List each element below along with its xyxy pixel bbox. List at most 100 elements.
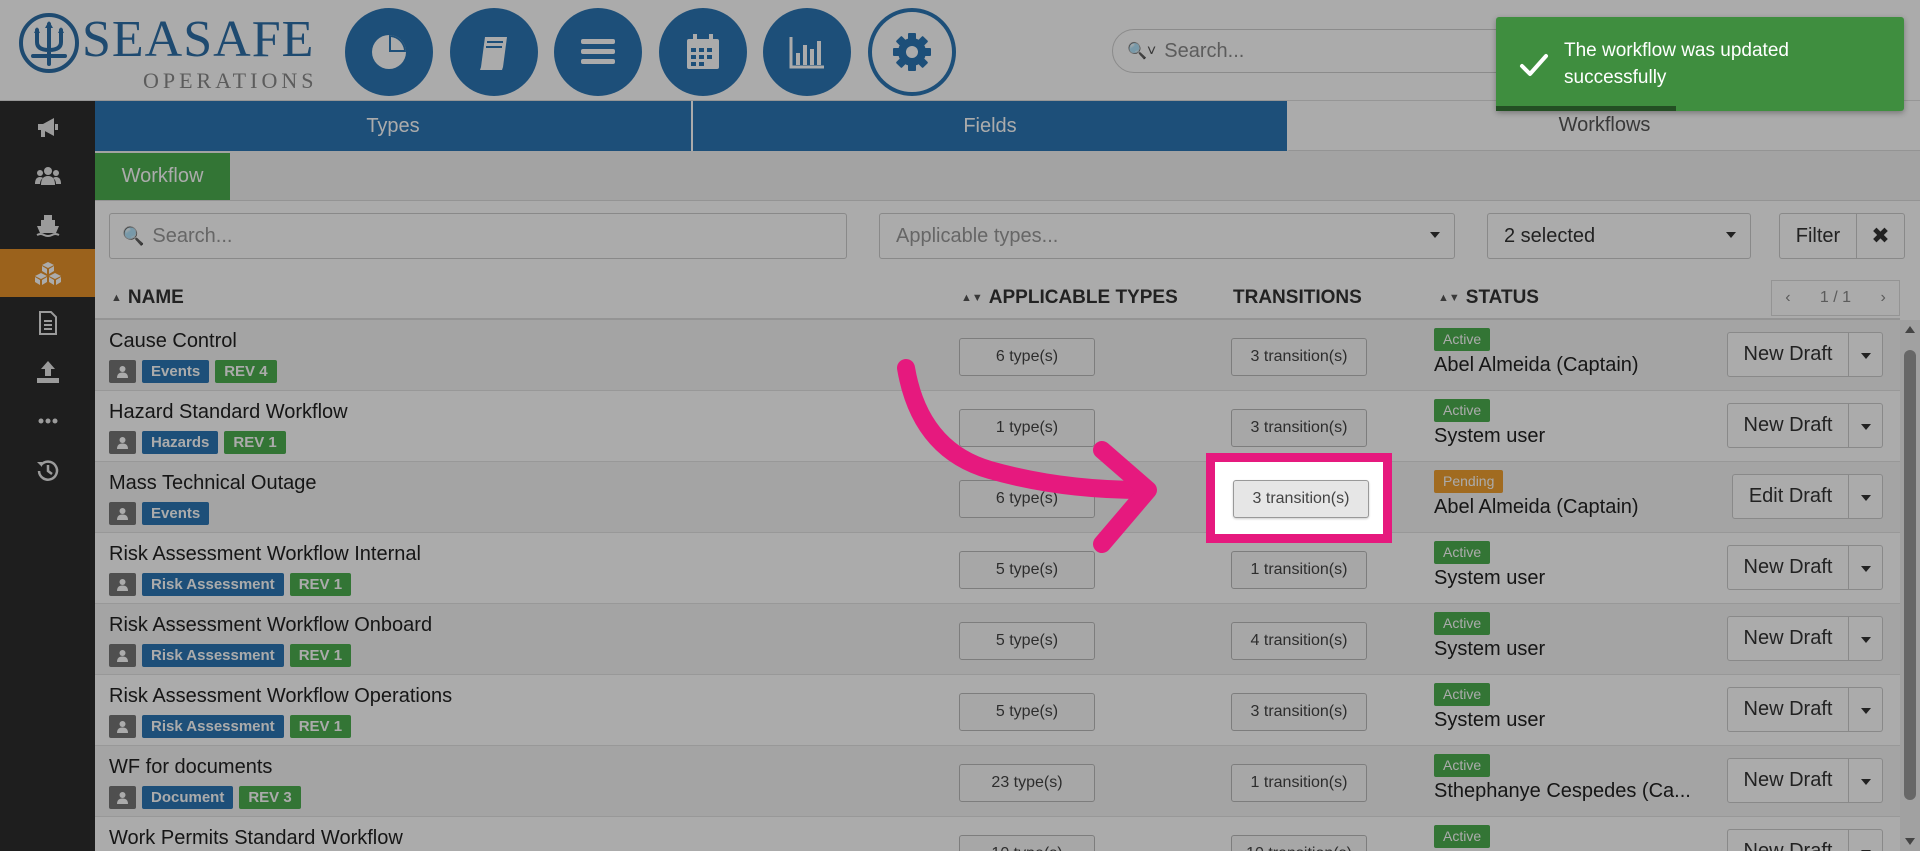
nav-list-button[interactable]: [554, 8, 642, 96]
scroll-up-icon[interactable]: [1905, 326, 1915, 333]
draft-options-dropdown[interactable]: [1849, 332, 1883, 377]
category-tag: Risk Assessment: [142, 715, 284, 738]
workflow-name[interactable]: WF for documents: [109, 756, 272, 779]
global-search-input[interactable]: 🔍˅ Search...: [1112, 29, 1532, 73]
clear-filter-button[interactable]: ✖: [1856, 213, 1905, 259]
new-draft-button[interactable]: New Draft: [1727, 616, 1849, 661]
workflow-name[interactable]: Risk Assessment Workflow Operations: [109, 685, 452, 708]
next-page-button[interactable]: ›: [1867, 289, 1899, 307]
draft-options-dropdown[interactable]: [1849, 829, 1883, 851]
table-row[interactable]: Cause Control Events REV 4 6 type(s) 3 trans…: [95, 320, 1900, 391]
status-select[interactable]: 2 selected: [1487, 213, 1751, 259]
new-draft-button[interactable]: New Draft: [1727, 332, 1849, 377]
transitions-button[interactable]: 3 transition(s): [1231, 409, 1367, 447]
status-cell: Active System user: [1434, 612, 1545, 661]
scroll-thumb[interactable]: [1904, 350, 1916, 800]
applicable-types-button[interactable]: 6 type(s): [959, 480, 1095, 518]
applicable-types-button[interactable]: 5 type(s): [959, 622, 1095, 660]
nav-documents-button[interactable]: [450, 8, 538, 96]
user-icon: [116, 507, 129, 520]
applicable-types-select[interactable]: Applicable types...: [879, 213, 1455, 259]
scroll-down-icon[interactable]: [1905, 838, 1915, 845]
tab-types[interactable]: Types: [95, 101, 691, 151]
table-scrollbar[interactable]: [1900, 320, 1920, 851]
sort-icon: ▲▼: [1438, 291, 1460, 304]
edit-draft-button[interactable]: Edit Draft: [1732, 474, 1849, 519]
page-indicator: 1 / 1: [1819, 289, 1852, 306]
sidebar-item-upload[interactable]: [0, 348, 95, 396]
draft-options-dropdown[interactable]: [1849, 616, 1883, 661]
transitions-button[interactable]: 1 transition(s): [1231, 551, 1367, 589]
tab-fields[interactable]: Fields: [691, 101, 1287, 151]
column-header-name[interactable]: ▲ NAME: [111, 275, 184, 320]
draft-options-dropdown[interactable]: [1849, 403, 1883, 448]
workflow-name[interactable]: Risk Assessment Workflow Internal: [109, 543, 421, 566]
nav-reports-button[interactable]: [763, 8, 851, 96]
table-row[interactable]: WF for documents Document REV 3 23 type(s) 1…: [95, 746, 1900, 817]
column-header-applicable-types[interactable]: ▲▼ APPLICABLE TYPES: [961, 275, 1178, 320]
transitions-button[interactable]: 3 transition(s): [1231, 693, 1367, 731]
new-draft-button[interactable]: New Draft: [1727, 545, 1849, 590]
owner-tag: [109, 786, 136, 809]
status-cell: Active System user: [1434, 399, 1545, 448]
applicable-types-button[interactable]: 1 type(s): [959, 409, 1095, 447]
nav-calendar-button[interactable]: [659, 8, 747, 96]
status-badge: Pending: [1434, 470, 1504, 493]
table-row[interactable]: Hazard Standard Workflow Hazards REV 1 1 ty…: [95, 391, 1900, 462]
workflow-name[interactable]: Hazard Standard Workflow: [109, 401, 348, 424]
workflow-name[interactable]: Risk Assessment Workflow Onboard: [109, 614, 432, 637]
sidebar-item-history[interactable]: [0, 446, 95, 494]
sidebar-item-documents[interactable]: [0, 299, 95, 347]
new-draft-button[interactable]: New Draft: [1727, 829, 1849, 851]
table-row[interactable]: Risk Assessment Workflow Internal Risk As…: [95, 533, 1900, 604]
category-tag: Events: [142, 502, 210, 525]
table-row[interactable]: Risk Assessment Workflow Operations Risk …: [95, 675, 1900, 746]
nav-settings-button[interactable]: [868, 8, 956, 96]
seasafe-logo[interactable]: SEASAFE OPERATIONS: [18, 12, 318, 93]
subtab-workflow[interactable]: Workflow: [95, 153, 230, 200]
workflow-name[interactable]: Cause Control: [109, 330, 237, 353]
filter-button[interactable]: Filter: [1779, 213, 1857, 259]
new-draft-button[interactable]: New Draft: [1727, 687, 1849, 732]
draft-options-dropdown[interactable]: [1849, 687, 1883, 732]
sidebar-item-announcements[interactable]: [0, 103, 95, 151]
table-row[interactable]: Mass Technical Outage Events 6 type(s) 3 tr…: [95, 462, 1900, 533]
category-tag: Document: [142, 786, 234, 809]
column-header-status[interactable]: ▲▼ STATUS: [1438, 275, 1539, 320]
applicable-types-button[interactable]: 5 type(s): [959, 551, 1095, 589]
new-draft-button[interactable]: New Draft: [1727, 403, 1849, 448]
transitions-button[interactable]: 1 transition(s): [1231, 764, 1367, 802]
applicable-types-button[interactable]: 10 type(s): [959, 835, 1095, 851]
workflow-name[interactable]: Mass Technical Outage: [109, 472, 317, 495]
workflow-search-input[interactable]: 🔍 Search...: [109, 213, 847, 259]
nav-dashboard-button[interactable]: [345, 8, 433, 96]
transitions-button[interactable]: 3 transition(s): [1231, 338, 1367, 376]
applicable-types-button[interactable]: 5 type(s): [959, 693, 1095, 731]
new-draft-button[interactable]: New Draft: [1727, 758, 1849, 803]
sidebar-item-vessels[interactable]: [0, 201, 95, 249]
applicable-types-button[interactable]: 23 type(s): [959, 764, 1095, 802]
applicable-types-button[interactable]: 6 type(s): [959, 338, 1095, 376]
owner-tag: [109, 573, 136, 596]
sidebar-item-more[interactable]: [0, 397, 95, 445]
transitions-button[interactable]: 4 transition(s): [1231, 622, 1367, 660]
search-icon: 🔍: [122, 225, 145, 246]
brand-subtitle: OPERATIONS: [143, 68, 318, 93]
draft-options-dropdown[interactable]: [1849, 474, 1883, 519]
highlighted-transitions-button[interactable]: 3 transition(s): [1233, 480, 1369, 518]
table-row[interactable]: Risk Assessment Workflow Onboard Risk Ass…: [95, 604, 1900, 675]
transitions-button[interactable]: 10 transition(s): [1231, 835, 1367, 851]
prev-page-button[interactable]: ‹: [1772, 289, 1804, 307]
sidebar-item-users[interactable]: [0, 152, 95, 200]
workflow-name[interactable]: Work Permits Standard Workflow: [109, 827, 403, 850]
chevron-down-icon: [1726, 232, 1736, 238]
status-badge: Active: [1434, 541, 1491, 564]
status-badge: Active: [1434, 754, 1491, 777]
table-row[interactable]: Work Permits Standard Workflow 10 type(s)…: [95, 817, 1900, 851]
draft-options-dropdown[interactable]: [1849, 545, 1883, 590]
draft-options-dropdown[interactable]: [1849, 758, 1883, 803]
success-toast[interactable]: The workflow was updated successfully: [1496, 17, 1904, 111]
highlighted-transitions-cell: 3 transition(s): [1206, 453, 1392, 543]
category-tag: Hazards: [142, 431, 219, 454]
sidebar-item-configuration[interactable]: [0, 249, 95, 297]
